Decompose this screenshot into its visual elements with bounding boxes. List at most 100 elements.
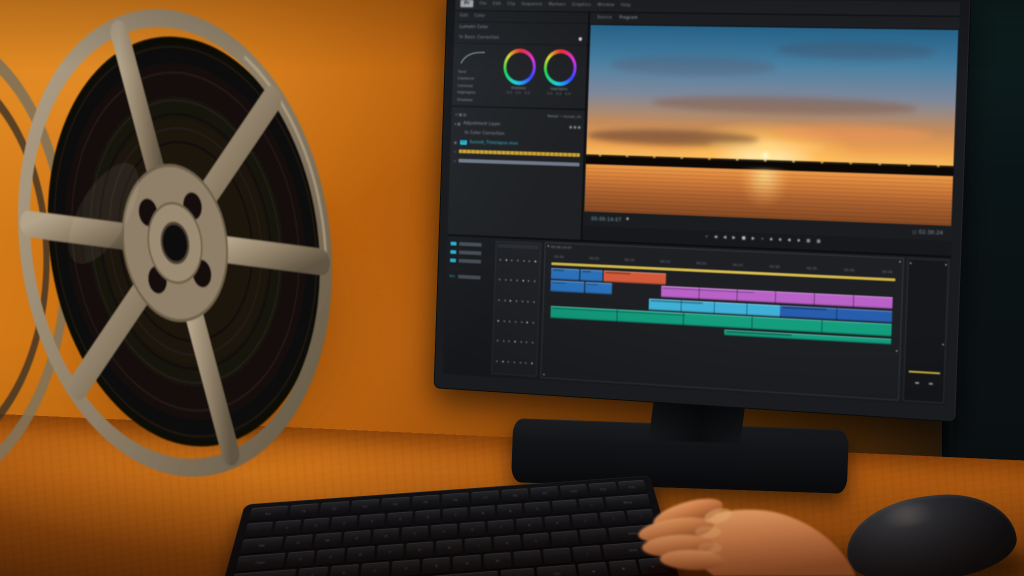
monitor-tab-program[interactable]: Program: [619, 16, 638, 21]
grid-button[interactable]: [534, 260, 536, 262]
grid-button[interactable]: [520, 341, 522, 343]
transport-button[interactable]: «: [705, 236, 708, 240]
level-bar[interactable]: [459, 159, 580, 167]
grid-button[interactable]: [496, 360, 498, 362]
grid-button[interactable]: [528, 260, 530, 262]
curve-widget[interactable]: [458, 47, 488, 66]
item-dots[interactable]: ● ● ●: [569, 124, 581, 129]
grid-button[interactable]: [527, 301, 529, 303]
mixer-fader[interactable]: [459, 250, 482, 255]
grid-button[interactable]: [516, 300, 518, 302]
grid-button[interactable]: [508, 341, 510, 343]
grid-button[interactable]: [498, 320, 500, 322]
color-wheel[interactable]: [543, 49, 577, 87]
grid-button[interactable]: [509, 320, 511, 322]
menu-item-help[interactable]: Help: [621, 3, 631, 8]
grid-button[interactable]: [511, 259, 513, 261]
sub-label: fx Color Correction: [465, 130, 505, 136]
grid-button[interactable]: [533, 301, 535, 303]
transport-button[interactable]: ◀: [723, 237, 726, 241]
timeline-clip[interactable]: [604, 270, 667, 285]
transport-button[interactable]: ▪: [797, 240, 800, 245]
mixer-fader[interactable]: [459, 259, 482, 264]
mixer-row[interactable]: [450, 249, 493, 257]
grid-button[interactable]: [516, 280, 518, 282]
list-icons[interactable]: ≡ ▦ ▤: [455, 111, 467, 116]
transport-button[interactable]: »: [761, 238, 764, 242]
menu-item-graphics[interactable]: Graphics: [572, 2, 591, 7]
transport-button[interactable]: ▦: [816, 241, 820, 246]
grid-button[interactable]: [519, 362, 521, 364]
app-logo[interactable]: Pr: [460, 0, 473, 7]
timeline-clip[interactable]: [585, 282, 612, 295]
grid-button[interactable]: [505, 259, 507, 261]
grid-button[interactable]: [534, 281, 536, 283]
timecode-current[interactable]: 00:00:14:07: [591, 216, 622, 223]
transport-button[interactable]: ▦: [806, 240, 810, 245]
mixer-row[interactable]: [450, 241, 493, 249]
grid-button[interactable]: [515, 321, 517, 323]
grid-button[interactable]: [499, 279, 501, 281]
menu-item-markers[interactable]: Markers: [549, 2, 566, 7]
mixer-toggle[interactable]: [450, 258, 456, 262]
grid-button[interactable]: [508, 361, 510, 363]
transport-button[interactable]: ▪: [770, 239, 773, 244]
grid-button[interactable]: [510, 300, 512, 302]
key-n: N: [453, 555, 481, 573]
grid-button[interactable]: [522, 280, 524, 282]
panel-tab-edit[interactable]: Edit: [460, 14, 468, 19]
mixer-row[interactable]: [450, 257, 493, 265]
transport-button[interactable]: ◀: [714, 236, 717, 240]
mixer-icons[interactable]: ◦ ◦ ◦ ◦: [450, 266, 493, 273]
mixer-toggle[interactable]: [450, 242, 456, 246]
grid-button[interactable]: [521, 321, 523, 323]
menu-item-window[interactable]: Window: [597, 3, 614, 8]
timeline-clip[interactable]: [551, 267, 579, 280]
transport-button[interactable]: ▪: [779, 239, 782, 244]
grid-button[interactable]: [500, 259, 502, 261]
grid-button[interactable]: [503, 340, 505, 342]
menu-item-edit[interactable]: Edit: [493, 1, 501, 6]
grid-button[interactable]: [505, 279, 507, 281]
menu-item-sequence[interactable]: Sequence: [521, 2, 542, 7]
transport-button[interactable]: ◆: [788, 239, 791, 244]
grid-button[interactable]: [526, 342, 528, 344]
monitor-tab-source[interactable]: Source: [597, 16, 612, 21]
timeline-clip[interactable]: [580, 269, 603, 282]
grid-button[interactable]: [503, 320, 505, 322]
ruler-label: 00:00: [554, 255, 564, 259]
timeline-clip[interactable]: [550, 280, 584, 293]
grid-button[interactable]: [504, 300, 506, 302]
transport-button[interactable]: ▶: [752, 238, 755, 243]
transport-button[interactable]: ▶: [732, 237, 735, 242]
mix-master-fader[interactable]: [458, 275, 481, 280]
lock-icon[interactable]: ▪: [626, 218, 629, 222]
grid-button[interactable]: [497, 340, 499, 342]
panel-tab-color[interactable]: Color: [474, 14, 485, 19]
grid-button[interactable]: [528, 280, 530, 282]
grid-button[interactable]: [510, 280, 512, 282]
reset-dot-icon[interactable]: [578, 37, 582, 41]
grid-button[interactable]: [513, 361, 515, 363]
mixer-fader[interactable]: [459, 242, 482, 247]
grid-button[interactable]: [532, 322, 534, 324]
grid-button[interactable]: [502, 361, 504, 363]
grid-button[interactable]: [517, 260, 519, 262]
color-wheel[interactable]: [502, 48, 536, 85]
menu-item-clip[interactable]: Clip: [507, 2, 515, 7]
grid-button[interactable]: [498, 299, 500, 301]
menu-item-file[interactable]: File: [479, 1, 486, 6]
ruler-label: 00:45: [882, 270, 893, 274]
video-preview[interactable]: [584, 25, 958, 226]
grid-button[interactable]: [521, 301, 523, 303]
mixer-toggle[interactable]: [450, 250, 456, 254]
grid-button[interactable]: [514, 341, 516, 343]
timeline-timecode[interactable]: 00:00:14:07: [551, 245, 572, 250]
grid-button[interactable]: [531, 342, 533, 344]
transport-button[interactable]: ■: [742, 237, 746, 242]
eye-icon[interactable]: ◉: [454, 139, 457, 144]
grid-button[interactable]: [523, 260, 525, 262]
grid-button[interactable]: [525, 362, 527, 364]
grid-button[interactable]: [531, 363, 533, 365]
grid-button[interactable]: [526, 321, 528, 323]
